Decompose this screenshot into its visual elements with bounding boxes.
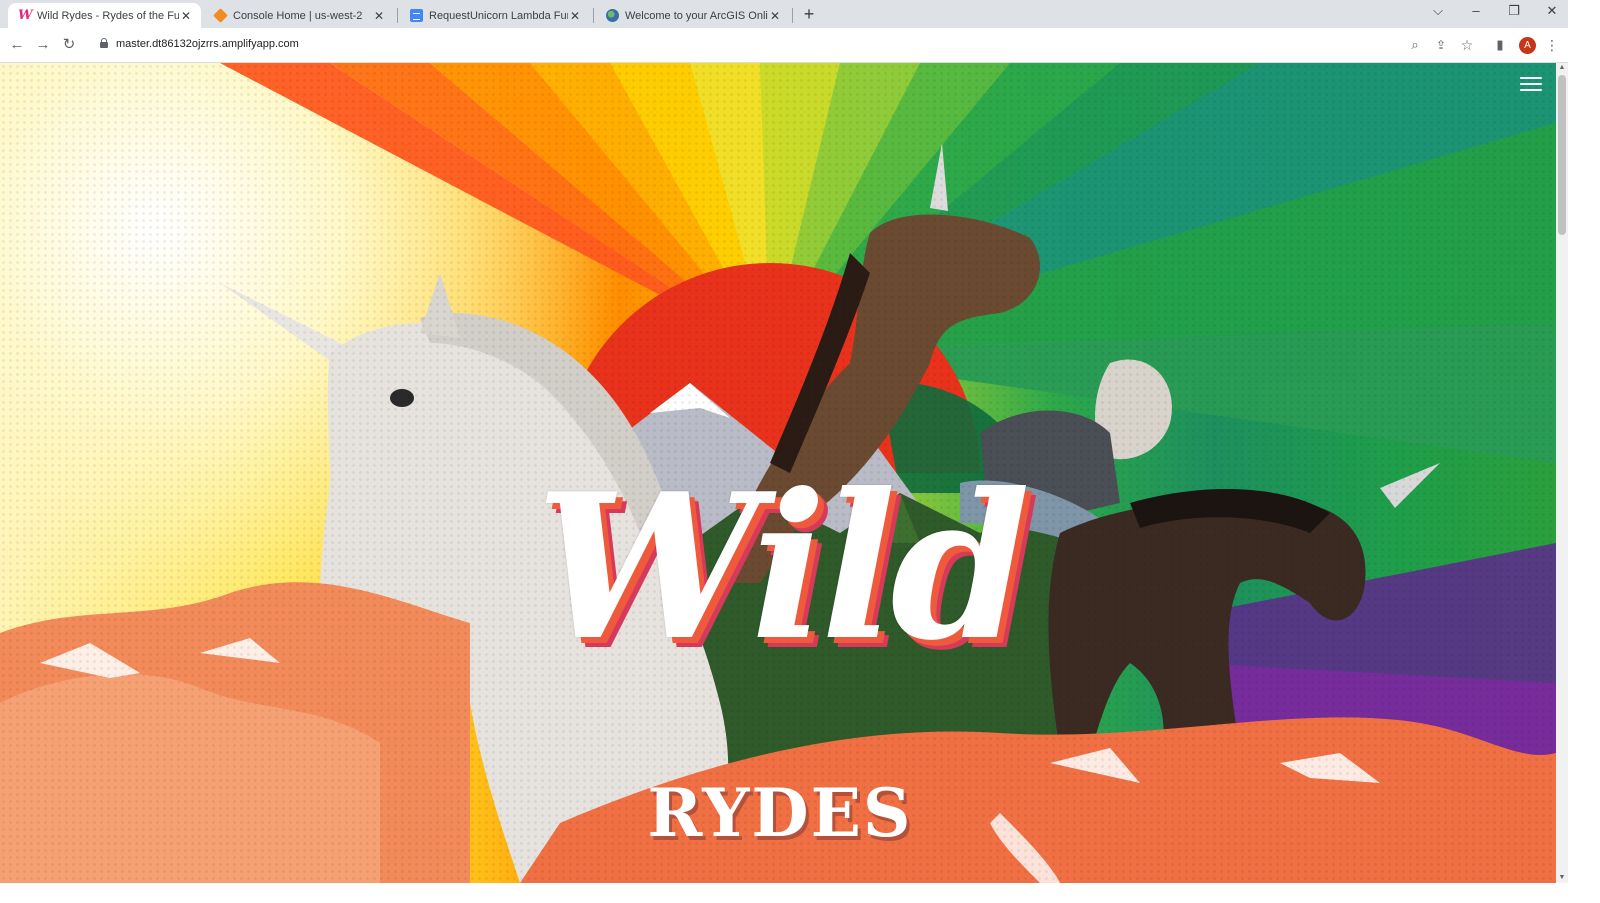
address-bar[interactable]: master.dt86132ojzrrs.amplifyapp.com [116,38,299,50]
share-icon[interactable]: ⇪ [1432,36,1450,54]
page-scrollbar[interactable]: ▲ ▼ [1556,63,1568,883]
tab-title: Wild Rydes - Rydes of the Future [37,9,179,22]
arcgis-favicon-icon [606,9,619,22]
forward-arrow-icon[interactable]: → [34,36,52,54]
profile-avatar[interactable]: A [1519,37,1536,54]
tab-search-chevron-icon[interactable]: ⌵ [1428,3,1448,19]
docs-favicon-icon [410,9,423,22]
reload-icon[interactable]: ↻ [60,36,78,54]
close-icon[interactable]: ✕ [768,9,782,23]
hero-section: Wild RYDES [0,63,1556,883]
tab-title: Welcome to your ArcGIS Online [625,9,768,22]
tab-arcgis[interactable]: Welcome to your ArcGIS Online ✕ [596,3,790,28]
hamburger-menu-icon[interactable] [1520,77,1542,93]
aws-favicon-icon [213,8,228,23]
browser-toolbar: ← → ↻ master.dt86132ojzrrs.amplifyapp.co… [0,28,1600,63]
tab-title: RequestUnicorn Lambda Function [429,9,568,22]
window-close-icon[interactable]: ✕ [1542,3,1562,19]
zoom-icon[interactable]: ⌕ [1406,36,1424,54]
tab-console-home[interactable]: Console Home | us-west-2 ✕ [204,3,394,28]
lock-icon[interactable] [100,38,108,48]
back-arrow-icon[interactable]: ← [8,36,26,54]
tab-request-unicorn[interactable]: RequestUnicorn Lambda Function ✕ [400,3,590,28]
tab-divider [397,8,398,23]
window-edge [1568,0,1600,903]
tab-wild-rydes[interactable]: W Wild Rydes - Rydes of the Future ✕ [8,3,201,28]
scroll-thumb[interactable] [1558,75,1566,235]
restore-icon[interactable]: ❐ [1504,3,1524,19]
tab-title: Console Home | us-west-2 [233,9,363,22]
side-panel-icon[interactable]: ▮ [1491,36,1509,54]
close-icon[interactable]: ✕ [568,9,582,23]
star-icon[interactable]: ☆ [1458,36,1476,54]
logo-wild-script: Wild [535,450,1031,685]
tab-divider [792,8,793,23]
new-tab-button[interactable]: + [800,4,818,25]
window-bottom-edge [0,883,1600,903]
tab-divider [593,8,594,23]
logo-rydes-text: RYDES [647,774,913,852]
close-icon[interactable]: ✕ [372,9,386,23]
kebab-menu-icon[interactable]: ⋮ [1543,36,1561,54]
scroll-up-icon[interactable]: ▲ [1556,63,1568,73]
minimize-icon[interactable]: – [1466,3,1486,18]
scroll-down-icon[interactable]: ▼ [1556,873,1568,883]
wild-rydes-favicon-icon: W [18,8,33,23]
browser-tab-strip: W Wild Rydes - Rydes of the Future ✕ Con… [0,0,1600,28]
close-icon[interactable]: ✕ [179,9,193,23]
